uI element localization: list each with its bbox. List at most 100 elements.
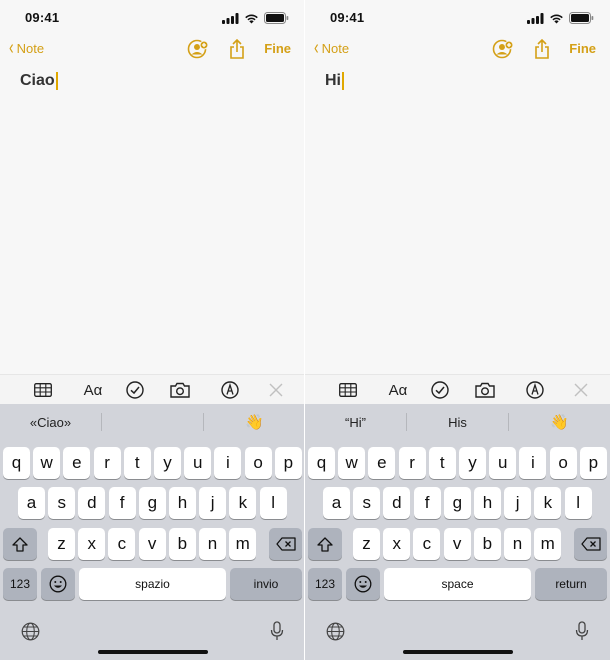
key-t[interactable]: t [428, 447, 456, 479]
suggestion-2[interactable] [102, 404, 203, 440]
key-c[interactable]: c [108, 528, 136, 560]
key-b[interactable]: b [473, 528, 501, 560]
key-p[interactable]: p [579, 447, 607, 479]
key-u[interactable]: u [184, 447, 212, 479]
note-content[interactable]: Ciao [20, 72, 58, 90]
key-x[interactable]: x [78, 528, 106, 560]
key-q[interactable]: q [308, 447, 335, 479]
emoji-icon[interactable] [41, 568, 75, 600]
wifi-icon [244, 11, 259, 29]
share-icon[interactable] [530, 38, 554, 60]
key-k[interactable]: k [229, 487, 257, 519]
key-j[interactable]: j [504, 487, 532, 519]
key-e[interactable]: e [368, 447, 396, 479]
back-button[interactable]: ‹ Note [313, 38, 349, 58]
shift-key[interactable] [308, 528, 342, 560]
key-z[interactable]: z [353, 528, 380, 560]
note-content[interactable]: Hi [325, 72, 344, 90]
key-y[interactable]: y [154, 447, 181, 479]
key-i[interactable]: i [214, 447, 242, 479]
key-v[interactable]: v [138, 528, 166, 560]
share-note-icon[interactable] [491, 38, 515, 60]
key-g[interactable]: g [443, 487, 471, 519]
key-m[interactable]: m [534, 528, 562, 560]
key-h[interactable]: h [169, 487, 196, 519]
key-a[interactable]: a [18, 487, 45, 519]
globe-icon[interactable] [19, 620, 41, 642]
key-s[interactable]: s [353, 487, 381, 519]
markup-icon[interactable] [219, 379, 241, 401]
suggestion-3[interactable]: 👋 [509, 404, 610, 440]
key-y[interactable]: y [459, 447, 486, 479]
text-format-icon[interactable]: Aα [385, 379, 411, 401]
emoji-icon[interactable] [346, 568, 380, 600]
done-button[interactable]: Fine [264, 41, 291, 56]
back-button[interactable]: ‹ Note [8, 38, 44, 58]
suggestion-1[interactable]: «Ciao» [0, 404, 101, 440]
predictive-bar: «Ciao» 👋 [0, 404, 305, 440]
key-n[interactable]: n [504, 528, 531, 560]
key-j[interactable]: j [199, 487, 227, 519]
key-h[interactable]: h [474, 487, 501, 519]
key-r[interactable]: r [398, 447, 426, 479]
share-icon[interactable] [225, 38, 249, 60]
camera-icon[interactable] [169, 379, 191, 401]
key-u[interactable]: u [489, 447, 517, 479]
key-q[interactable]: q [3, 447, 30, 479]
key-o[interactable]: o [549, 447, 577, 479]
key-z[interactable]: z [48, 528, 75, 560]
key-d[interactable]: d [78, 487, 106, 519]
key-p[interactable]: p [274, 447, 302, 479]
numbers-key[interactable]: 123 [308, 568, 342, 600]
key-f[interactable]: f [413, 487, 441, 519]
shift-key[interactable] [3, 528, 37, 560]
key-d[interactable]: d [383, 487, 411, 519]
key-f[interactable]: f [108, 487, 136, 519]
return-key[interactable]: invio [230, 568, 302, 600]
delete-key[interactable] [574, 528, 607, 560]
globe-icon[interactable] [324, 620, 346, 642]
key-t[interactable]: t [123, 447, 151, 479]
key-r[interactable]: r [93, 447, 121, 479]
key-o[interactable]: o [244, 447, 272, 479]
note-editor[interactable]: Hi [305, 64, 610, 374]
key-i[interactable]: i [519, 447, 547, 479]
key-e[interactable]: e [63, 447, 91, 479]
close-icon[interactable] [570, 379, 592, 401]
numbers-key[interactable]: 123 [3, 568, 37, 600]
key-c[interactable]: c [413, 528, 441, 560]
table-icon[interactable] [32, 379, 54, 401]
markup-icon[interactable] [524, 379, 546, 401]
camera-icon[interactable] [474, 379, 496, 401]
microphone-icon[interactable] [571, 620, 593, 642]
table-icon[interactable] [337, 379, 359, 401]
key-w[interactable]: w [338, 447, 366, 479]
done-button[interactable]: Fine [569, 41, 596, 56]
key-b[interactable]: b [168, 528, 196, 560]
suggestion-2[interactable]: His [407, 404, 508, 440]
suggestion-1[interactable]: “Hi” [305, 404, 406, 440]
key-a[interactable]: a [323, 487, 350, 519]
delete-key[interactable] [269, 528, 302, 560]
key-w[interactable]: w [33, 447, 61, 479]
return-key[interactable]: return [535, 568, 607, 600]
checklist-icon[interactable] [124, 379, 146, 401]
space-key[interactable]: spazio [79, 568, 226, 600]
key-g[interactable]: g [138, 487, 166, 519]
share-note-icon[interactable] [186, 38, 210, 60]
microphone-icon[interactable] [266, 620, 288, 642]
key-l[interactable]: l [564, 487, 592, 519]
key-x[interactable]: x [383, 528, 411, 560]
key-n[interactable]: n [199, 528, 226, 560]
checklist-icon[interactable] [429, 379, 451, 401]
space-key[interactable]: space [384, 568, 531, 600]
key-s[interactable]: s [48, 487, 76, 519]
text-format-icon[interactable]: Aα [80, 379, 106, 401]
close-icon[interactable] [265, 379, 287, 401]
key-v[interactable]: v [443, 528, 471, 560]
key-m[interactable]: m [229, 528, 257, 560]
key-l[interactable]: l [259, 487, 287, 519]
key-k[interactable]: k [534, 487, 562, 519]
suggestion-3[interactable]: 👋 [204, 404, 305, 440]
note-editor[interactable]: Ciao [0, 64, 305, 374]
